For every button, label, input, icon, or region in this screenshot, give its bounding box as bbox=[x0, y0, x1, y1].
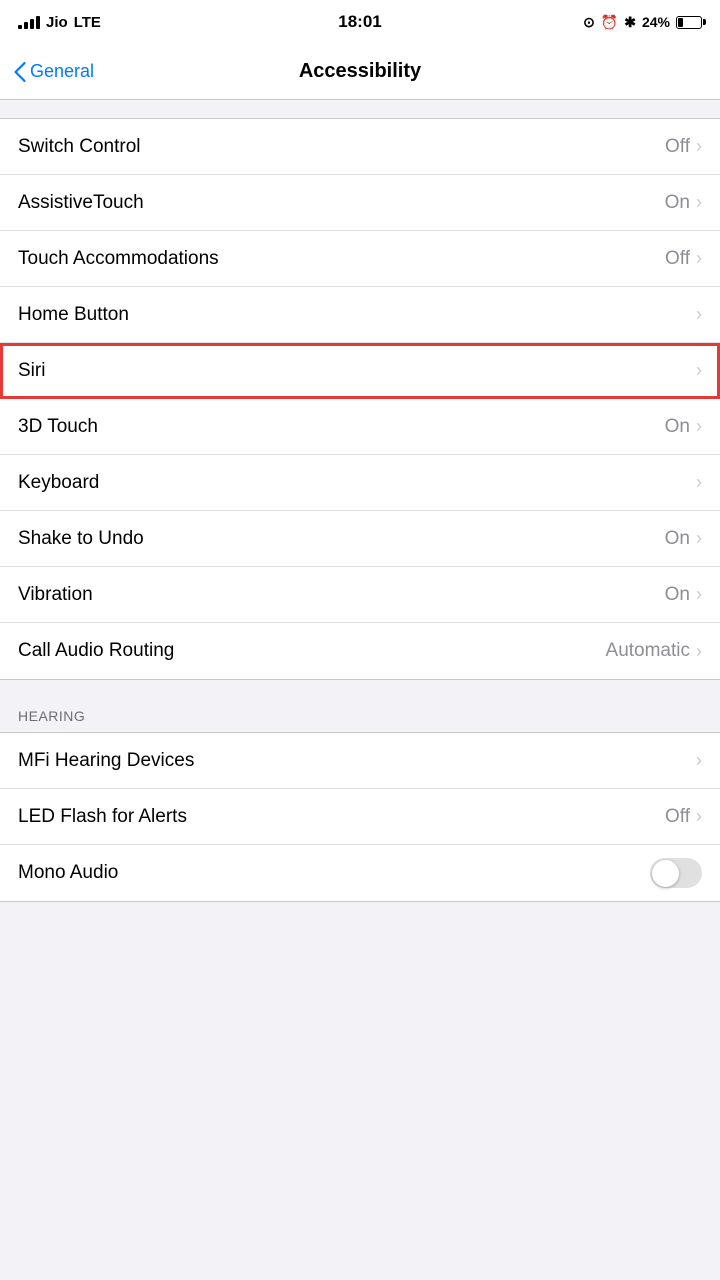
vibration-label: Vibration bbox=[18, 584, 93, 606]
settings-item-3d-touch[interactable]: 3D Touch On › bbox=[0, 399, 720, 455]
status-bar: Jio LTE 18:01 ⊙ ⏰ ✱ 24% bbox=[0, 0, 720, 44]
home-button-label: Home Button bbox=[18, 304, 129, 326]
battery-percentage: 24% bbox=[642, 14, 670, 30]
vibration-value: On › bbox=[665, 584, 702, 606]
assistivetouch-value: On › bbox=[665, 192, 702, 214]
nav-bar: General Accessibility bbox=[0, 44, 720, 100]
back-button[interactable]: General bbox=[14, 61, 94, 82]
3d-touch-status: On bbox=[665, 416, 690, 438]
carrier-name: Jio bbox=[46, 14, 68, 31]
chevron-icon: › bbox=[696, 304, 702, 325]
chevron-icon: › bbox=[696, 584, 702, 605]
mono-audio-toggle[interactable] bbox=[650, 858, 702, 888]
screen-record-icon: ⊙ bbox=[583, 14, 595, 31]
touch-accommodations-status: Off bbox=[665, 248, 690, 270]
chevron-icon: › bbox=[696, 360, 702, 381]
bluetooth-icon: ✱ bbox=[624, 14, 636, 31]
chevron-icon: › bbox=[696, 472, 702, 493]
keyboard-value: › bbox=[696, 472, 702, 493]
settings-item-home-button[interactable]: Home Button › bbox=[0, 287, 720, 343]
switch-control-value: Off › bbox=[665, 136, 702, 158]
signal-icon bbox=[18, 15, 40, 29]
hearing-settings-group: MFi Hearing Devices › LED Flash for Aler… bbox=[0, 732, 720, 902]
settings-item-siri[interactable]: Siri › bbox=[0, 343, 720, 399]
led-flash-label: LED Flash for Alerts bbox=[18, 806, 187, 828]
mono-audio-label: Mono Audio bbox=[18, 862, 118, 884]
settings-item-touch-accommodations[interactable]: Touch Accommodations Off › bbox=[0, 231, 720, 287]
switch-control-status: Off bbox=[665, 136, 690, 158]
settings-item-shake-to-undo[interactable]: Shake to Undo On › bbox=[0, 511, 720, 567]
chevron-icon: › bbox=[696, 750, 702, 771]
3d-touch-value: On › bbox=[665, 416, 702, 438]
settings-item-mfi-hearing[interactable]: MFi Hearing Devices › bbox=[0, 733, 720, 789]
battery-icon bbox=[676, 16, 702, 29]
mono-audio-value bbox=[650, 858, 702, 888]
shake-to-undo-value: On › bbox=[665, 528, 702, 550]
bottom-gap bbox=[0, 902, 720, 938]
network-type: LTE bbox=[74, 14, 101, 31]
assistivetouch-status: On bbox=[665, 192, 690, 214]
home-button-value: › bbox=[696, 304, 702, 325]
settings-item-led-flash[interactable]: LED Flash for Alerts Off › bbox=[0, 789, 720, 845]
touch-accommodations-label: Touch Accommodations bbox=[18, 248, 219, 270]
call-audio-routing-status: Automatic bbox=[606, 640, 690, 662]
back-label: General bbox=[30, 61, 94, 82]
siri-value: › bbox=[696, 360, 702, 381]
led-flash-status: Off bbox=[665, 806, 690, 828]
led-flash-value: Off › bbox=[665, 806, 702, 828]
settings-item-assistivetouch[interactable]: AssistiveTouch On › bbox=[0, 175, 720, 231]
chevron-icon: › bbox=[696, 136, 702, 157]
settings-item-mono-audio[interactable]: Mono Audio bbox=[0, 845, 720, 901]
settings-item-keyboard[interactable]: Keyboard › bbox=[0, 455, 720, 511]
mfi-hearing-value: › bbox=[696, 750, 702, 771]
touch-accommodations-value: Off › bbox=[665, 248, 702, 270]
vibration-status: On bbox=[665, 584, 690, 606]
call-audio-routing-label: Call Audio Routing bbox=[18, 640, 174, 662]
status-time: 18:01 bbox=[338, 12, 381, 32]
assistivetouch-label: AssistiveTouch bbox=[18, 192, 144, 214]
chevron-icon: › bbox=[696, 806, 702, 827]
top-separator bbox=[0, 100, 720, 118]
status-icons: ⊙ ⏰ ✱ 24% bbox=[583, 14, 702, 31]
carrier-info: Jio LTE bbox=[18, 14, 101, 31]
chevron-icon: › bbox=[696, 248, 702, 269]
hearing-section-title: HEARING bbox=[18, 708, 85, 724]
chevron-icon: › bbox=[696, 641, 702, 662]
siri-label: Siri bbox=[18, 360, 45, 382]
mfi-hearing-label: MFi Hearing Devices bbox=[18, 750, 194, 772]
interaction-settings-group: Switch Control Off › AssistiveTouch On ›… bbox=[0, 118, 720, 680]
hearing-section-header: HEARING bbox=[0, 680, 720, 732]
chevron-icon: › bbox=[696, 528, 702, 549]
settings-item-call-audio-routing[interactable]: Call Audio Routing Automatic › bbox=[0, 623, 720, 679]
3d-touch-label: 3D Touch bbox=[18, 416, 98, 438]
page-title: Accessibility bbox=[299, 60, 421, 83]
shake-to-undo-label: Shake to Undo bbox=[18, 528, 144, 550]
settings-item-vibration[interactable]: Vibration On › bbox=[0, 567, 720, 623]
call-audio-routing-value: Automatic › bbox=[606, 640, 702, 662]
alarm-icon: ⏰ bbox=[601, 14, 618, 31]
switch-control-label: Switch Control bbox=[18, 136, 141, 158]
shake-to-undo-status: On bbox=[665, 528, 690, 550]
chevron-icon: › bbox=[696, 416, 702, 437]
chevron-icon: › bbox=[696, 192, 702, 213]
settings-item-switch-control[interactable]: Switch Control Off › bbox=[0, 119, 720, 175]
keyboard-label: Keyboard bbox=[18, 472, 99, 494]
toggle-knob bbox=[652, 860, 679, 887]
